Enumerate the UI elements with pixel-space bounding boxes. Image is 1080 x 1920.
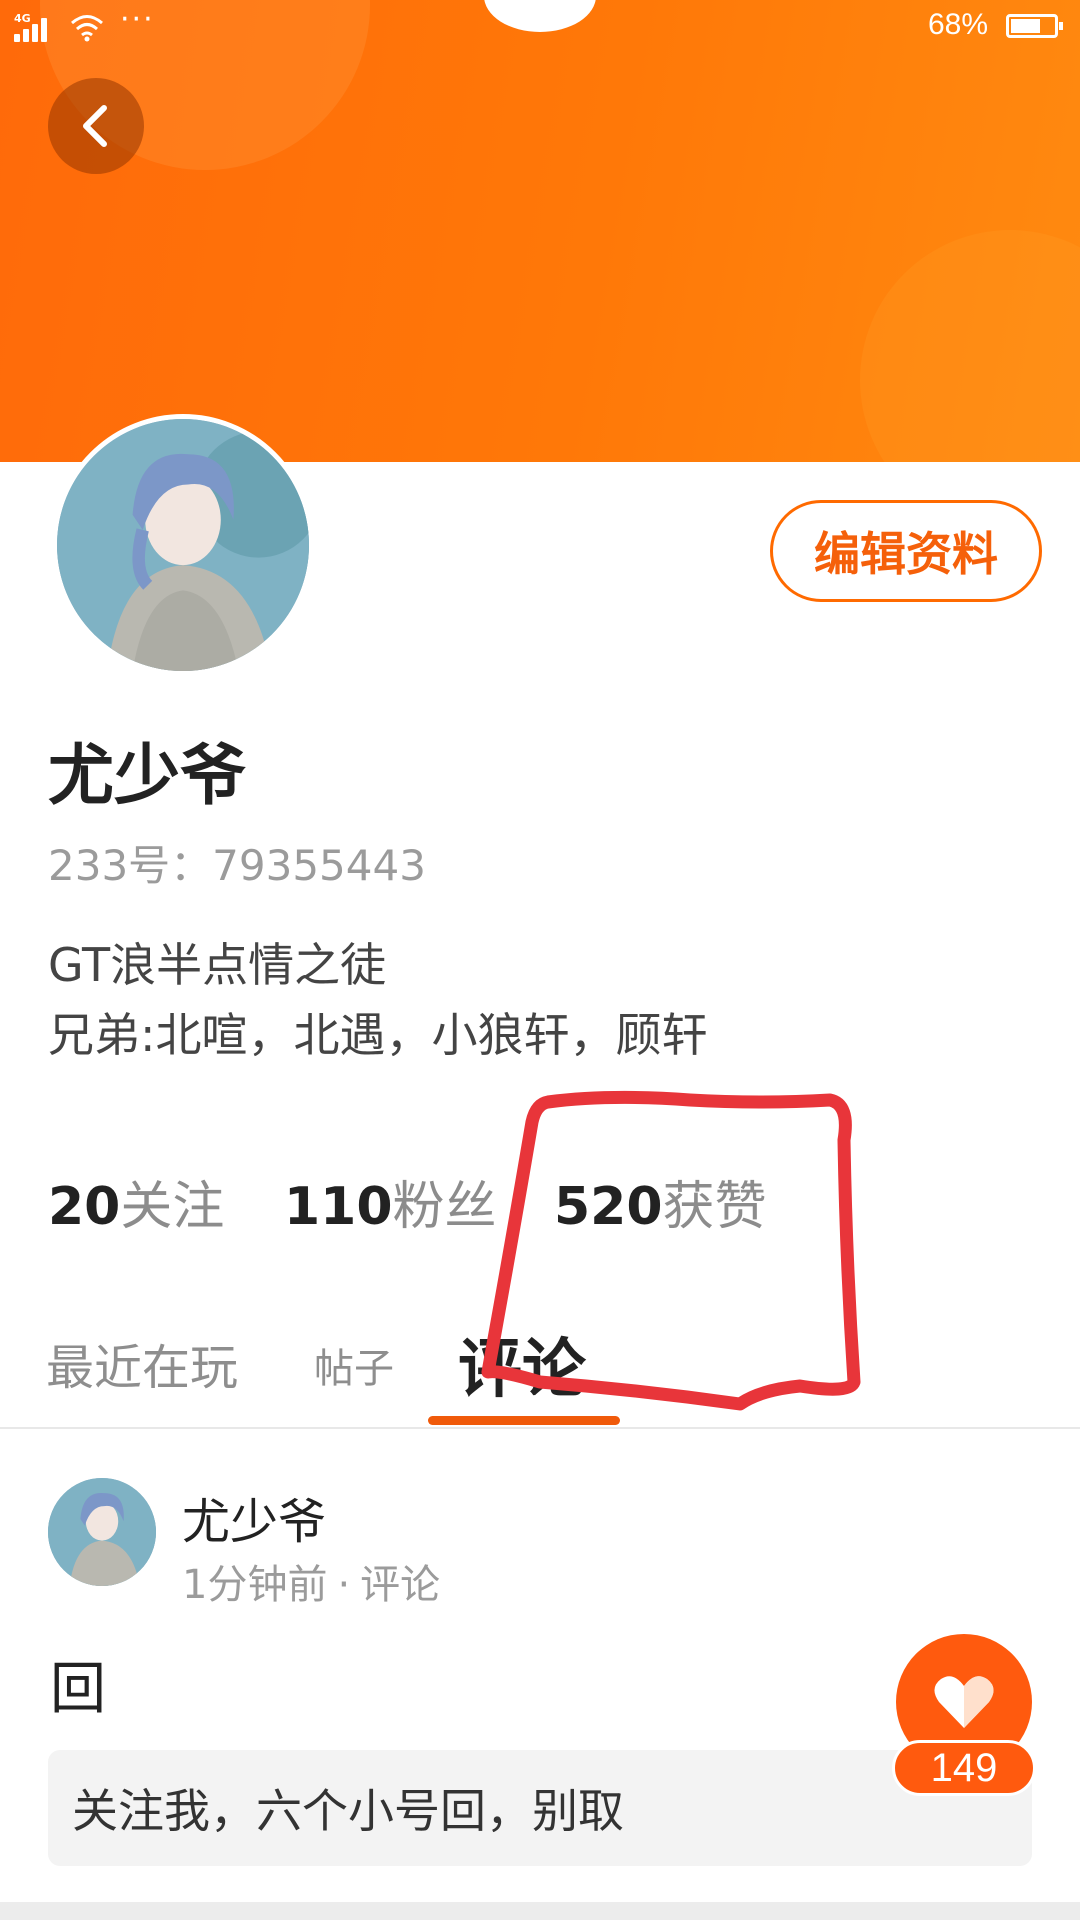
battery-icon: [1006, 14, 1063, 38]
tab-posts[interactable]: 帖子: [314, 1336, 394, 1394]
stat-label: 粉丝: [392, 1177, 497, 1237]
back-button[interactable]: [48, 78, 144, 174]
status-bar: 4G ··· 68%: [0, 0, 1080, 56]
avatar-image: [48, 1478, 156, 1586]
stats-row: 20关注 110粉丝 520获赞: [0, 1164, 1080, 1237]
time-bubble: [484, 0, 596, 32]
profile-tabs: 最近在玩 帖子 评论: [0, 1300, 1080, 1430]
more-notifications-icon: ···: [120, 2, 155, 37]
comment-meta: 1分钟前 · 评论: [182, 1552, 440, 1610]
user-id: 233号：79355443: [48, 841, 426, 890]
quoted-post[interactable]: 关注我，六个小号回，别取: [48, 1750, 1032, 1866]
avatar-image: [57, 419, 309, 671]
bio-line: GT浪半点情之徒: [48, 938, 387, 992]
avatar[interactable]: [52, 414, 314, 676]
active-tab-indicator: [428, 1416, 620, 1425]
stat-likes[interactable]: 520获赞: [554, 1164, 767, 1239]
comment-time: 1分钟前: [182, 1562, 328, 1608]
quoted-post-text: 关注我，六个小号回，别取: [72, 1784, 624, 1838]
stat-label: 获赞: [662, 1177, 767, 1237]
stat-value: 110: [284, 1177, 393, 1237]
battery-percent: 68%: [927, 8, 988, 41]
signal-icon: 4G: [14, 12, 54, 42]
bio-line: 兄弟:北喧，北遇，小狼轩，顾轩: [48, 1008, 708, 1062]
comment-author-name[interactable]: 尤少爷: [182, 1482, 326, 1552]
meta-separator: ·: [337, 1562, 351, 1608]
comment-text[interactable]: 回: [50, 1644, 106, 1725]
tab-comments[interactable]: 评论: [458, 1318, 586, 1410]
like-count: 149: [892, 1740, 1036, 1796]
username: 尤少爷: [48, 737, 246, 814]
tab-recent-games[interactable]: 最近在玩: [46, 1328, 238, 1398]
comment-author-avatar[interactable]: [48, 1478, 156, 1586]
profile-banner: [0, 0, 1080, 462]
chevron-left-icon: [83, 105, 107, 147]
wifi-icon: [71, 15, 103, 42]
bio: GT浪半点情之徒 兄弟:北喧，北遇，小狼轩，顾轩: [48, 930, 708, 1070]
stat-following[interactable]: 20关注: [48, 1164, 224, 1239]
stat-value: 20: [48, 1177, 121, 1237]
stat-value: 520: [554, 1177, 663, 1237]
comment-type: 评论: [360, 1562, 441, 1608]
stat-fans[interactable]: 110粉丝: [284, 1164, 497, 1239]
edit-profile-button[interactable]: 编辑资料: [770, 500, 1042, 602]
divider: [0, 1902, 1080, 1920]
heart-icon: [934, 1676, 994, 1728]
stat-label: 关注: [120, 1177, 225, 1237]
divider: [0, 1427, 1080, 1429]
